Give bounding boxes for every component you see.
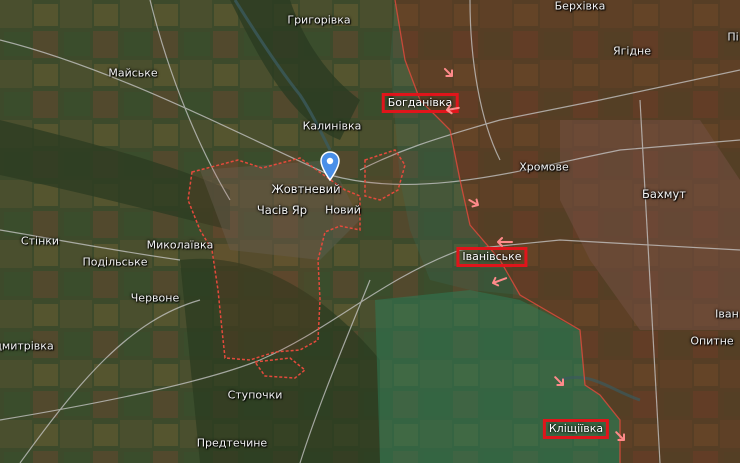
label-hryhorivka: Григорівка	[287, 13, 351, 27]
label-yahidne: Ягідне	[612, 44, 652, 58]
highlight-klishchiivka: Кліщіївка	[542, 419, 610, 439]
highlight-bohdanivka: Богданівка	[381, 93, 459, 113]
label-maiske: Майське	[108, 66, 158, 80]
label-chasiv-yar: Часів Яр	[256, 203, 308, 217]
map-view[interactable]: Григорівка Берхівка Майське Ягідне Калин…	[0, 0, 740, 463]
label-novyi: Новий	[325, 203, 361, 217]
label-kalynivka: Калинівка	[302, 119, 362, 133]
label-khromove: Хромове	[519, 160, 569, 174]
label-ivan-partial: Іван	[715, 307, 739, 321]
label-stinky: Стінки	[20, 234, 60, 248]
label-bakhmut: Бахмут	[642, 187, 686, 201]
label-podilske: Подільське	[82, 255, 148, 269]
label-chervone: Червоне	[130, 291, 180, 305]
label-opytne: Опитне	[690, 334, 734, 348]
label-dmytrivka-partial: дмитрівка	[0, 339, 54, 353]
highlight-ivanivske: Іванівське	[456, 247, 528, 267]
label-zhovtnevyi: Жовтневий	[271, 182, 341, 196]
label-mykolaivka: Миколаївка	[146, 238, 214, 252]
label-stupochky: Ступочки	[227, 388, 283, 402]
label-berkhivka: Берхівка	[554, 0, 606, 13]
label-pi-partial: Пі	[727, 30, 739, 44]
location-pin-icon[interactable]	[320, 151, 340, 181]
label-predtechyne: Предтечине	[196, 436, 268, 450]
